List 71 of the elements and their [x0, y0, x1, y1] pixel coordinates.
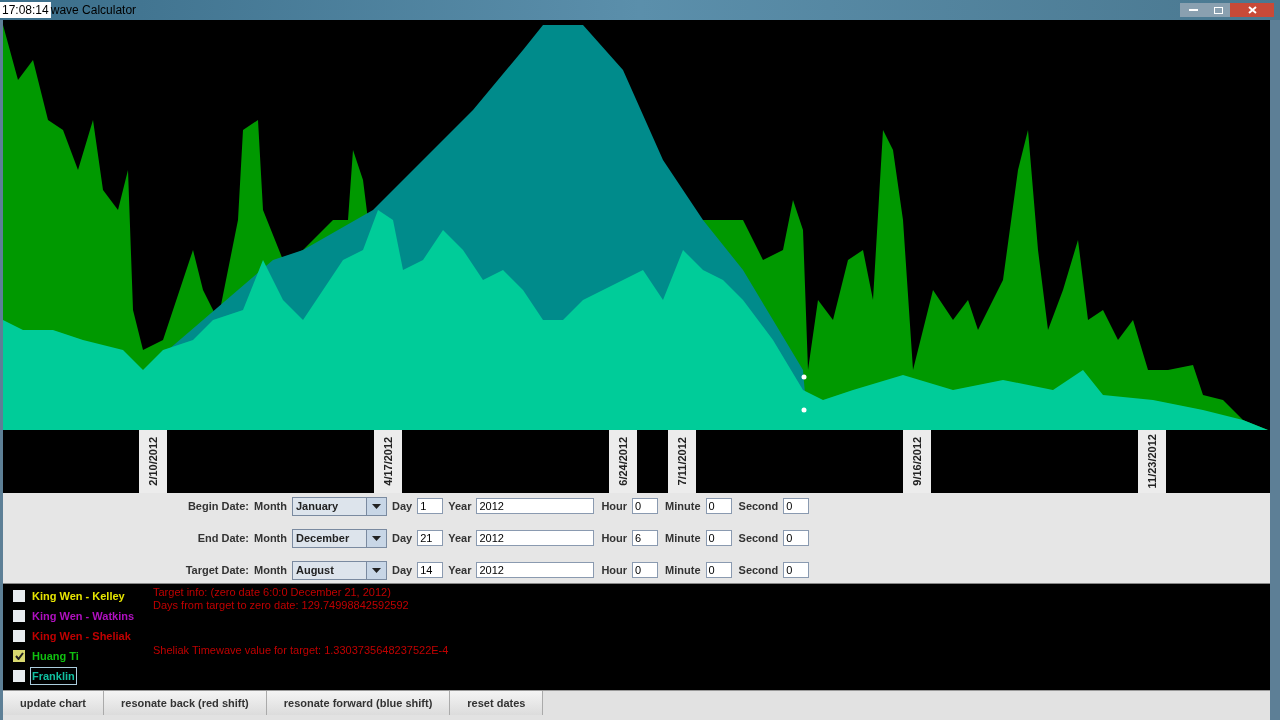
- month-dropdown[interactable]: August: [292, 560, 387, 580]
- caret-icon: [372, 567, 381, 573]
- text-field[interactable]: 0: [783, 498, 810, 514]
- series-label[interactable]: Huang Ti: [30, 646, 81, 666]
- clock: 17:08:14: [0, 2, 51, 18]
- text-field[interactable]: 2012: [476, 562, 595, 578]
- text-field[interactable]: 0: [783, 562, 810, 578]
- date-tick-label: 4/17/2012: [374, 430, 402, 493]
- check-icon: [14, 652, 24, 660]
- minute-label: Minute: [665, 562, 701, 578]
- hour-label: Hour: [601, 498, 628, 514]
- info-text: Days from target to zero date: 129.74998842592592: [153, 599, 410, 612]
- action-button[interactable]: reset dates: [450, 691, 544, 715]
- checkbox[interactable]: [13, 630, 25, 642]
- checkbox[interactable]: [13, 670, 25, 682]
- month-label: Month: [254, 498, 287, 514]
- day-label: Day: [392, 562, 413, 578]
- minute-label: Minute: [665, 530, 701, 546]
- month-label: Month: [254, 530, 287, 546]
- text-field[interactable]: 0: [705, 530, 732, 546]
- series-label[interactable]: King Wen - Kelley: [30, 586, 127, 606]
- series-label[interactable]: Franklin: [30, 666, 77, 686]
- text-field[interactable]: 21: [417, 530, 444, 546]
- text-field[interactable]: 1: [417, 498, 444, 514]
- year-label: Year: [448, 562, 472, 578]
- close-button[interactable]: [1230, 3, 1274, 17]
- year-label: Year: [448, 530, 472, 546]
- checkbox[interactable]: [13, 650, 25, 662]
- date-tick-label: 2/10/2012: [139, 430, 167, 493]
- second-label: Second: [738, 498, 779, 514]
- caret-icon: [372, 535, 381, 541]
- action-button[interactable]: resonate back (red shift): [104, 691, 267, 715]
- second-label: Second: [738, 530, 779, 546]
- date-tick-label: 9/16/2012: [903, 430, 931, 493]
- minute-label: Minute: [665, 498, 701, 514]
- second-label: Second: [738, 562, 779, 578]
- minimize-button[interactable]: [1180, 3, 1206, 17]
- day-label: Day: [392, 530, 413, 546]
- date-row-label: Target Date:: [184, 562, 249, 578]
- hour-label: Hour: [601, 530, 628, 546]
- maximize-button[interactable]: [1206, 3, 1230, 17]
- window-title: wave Calculator: [50, 2, 137, 19]
- text-field[interactable]: 14: [417, 562, 444, 578]
- text-field[interactable]: 0: [632, 562, 659, 578]
- value-text: Sheliak Timewave value for target: 1.3303735648237522E-4: [153, 644, 449, 657]
- month-dropdown[interactable]: December: [292, 528, 387, 548]
- text-field[interactable]: 6: [632, 530, 659, 546]
- text-field[interactable]: 2012: [476, 498, 595, 514]
- series-label[interactable]: King Wen - Watkins: [30, 606, 137, 626]
- text-field[interactable]: 2012: [476, 530, 595, 546]
- month-label: Month: [254, 562, 287, 578]
- date-tick-label: 11/23/2012: [1138, 430, 1166, 493]
- checkbox[interactable]: [13, 590, 25, 602]
- date-row-label: Begin Date:: [186, 498, 249, 514]
- close-icon: [1247, 6, 1257, 14]
- month-dropdown[interactable]: January: [292, 496, 387, 516]
- text-field[interactable]: 0: [632, 498, 659, 514]
- year-label: Year: [448, 498, 472, 514]
- date-tick-label: 6/24/2012: [609, 430, 637, 493]
- caret-icon: [372, 503, 381, 509]
- action-button[interactable]: resonate forward (blue shift): [266, 691, 451, 715]
- hour-label: Hour: [601, 562, 628, 578]
- checkbox[interactable]: [13, 610, 25, 622]
- date-tick-label: 7/11/2012: [668, 430, 696, 493]
- info-text: Target info: (zero date 6:0:0 December 21, 2012): [153, 586, 392, 599]
- action-button[interactable]: update chart: [3, 691, 104, 715]
- day-label: Day: [392, 498, 413, 514]
- text-field[interactable]: 0: [705, 498, 732, 514]
- text-field[interactable]: 0: [705, 562, 732, 578]
- date-row-label: End Date:: [196, 530, 249, 546]
- text-field[interactable]: 0: [783, 530, 810, 546]
